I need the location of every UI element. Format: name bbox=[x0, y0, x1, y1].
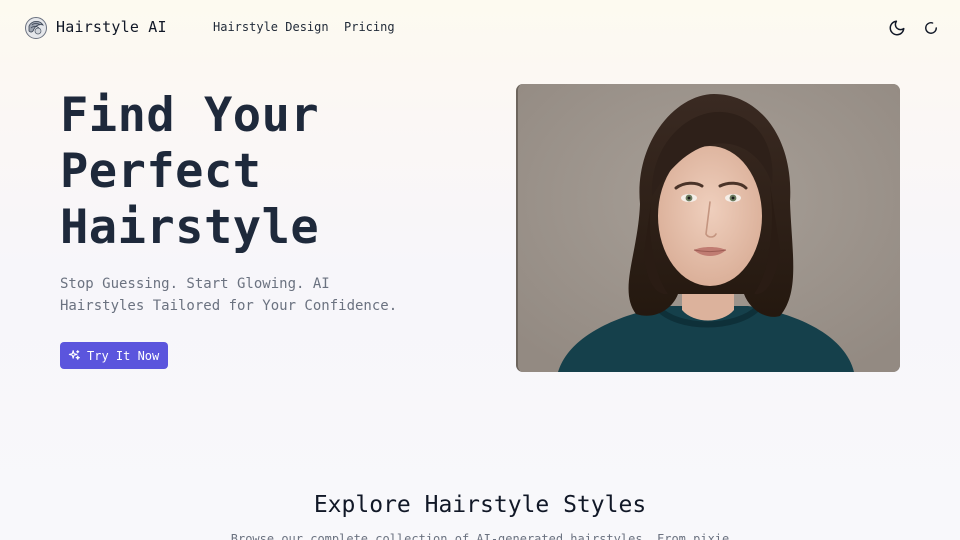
hero-title: Find Your Perfect Hairstyle bbox=[60, 88, 480, 256]
hero-title-line-1: Find Your bbox=[60, 88, 320, 143]
hero-portrait-image bbox=[516, 84, 900, 372]
theme-toggle-button[interactable] bbox=[887, 18, 907, 38]
hairstyle-logo-icon[interactable] bbox=[24, 16, 48, 40]
nav-pricing[interactable]: Pricing bbox=[344, 20, 395, 34]
top-navbar: Hairstyle AI Hairstyle Design Pricing bbox=[0, 0, 960, 56]
sparkles-icon bbox=[68, 349, 81, 362]
brand-name[interactable]: Hairstyle AI bbox=[56, 18, 167, 36]
section-title: Explore Hairstyle Styles bbox=[313, 492, 647, 518]
try-it-now-button[interactable]: Try It Now bbox=[60, 342, 169, 369]
hero-subtitle: Stop Guessing. Start Glowing. AI Hairsty… bbox=[60, 276, 398, 314]
hero-title-line-3: Hairstyle bbox=[60, 200, 320, 255]
loading-spinner-icon bbox=[925, 22, 937, 34]
try-it-now-label: Try It Now bbox=[87, 348, 160, 363]
hero-title-line-2: Perfect bbox=[60, 144, 262, 199]
moon-icon bbox=[889, 20, 905, 36]
loading-button[interactable] bbox=[921, 18, 941, 38]
nav-hairstyle-design[interactable]: Hairstyle Design bbox=[213, 20, 329, 34]
section-description: Browse our complete collection of AI-gen… bbox=[230, 532, 730, 540]
